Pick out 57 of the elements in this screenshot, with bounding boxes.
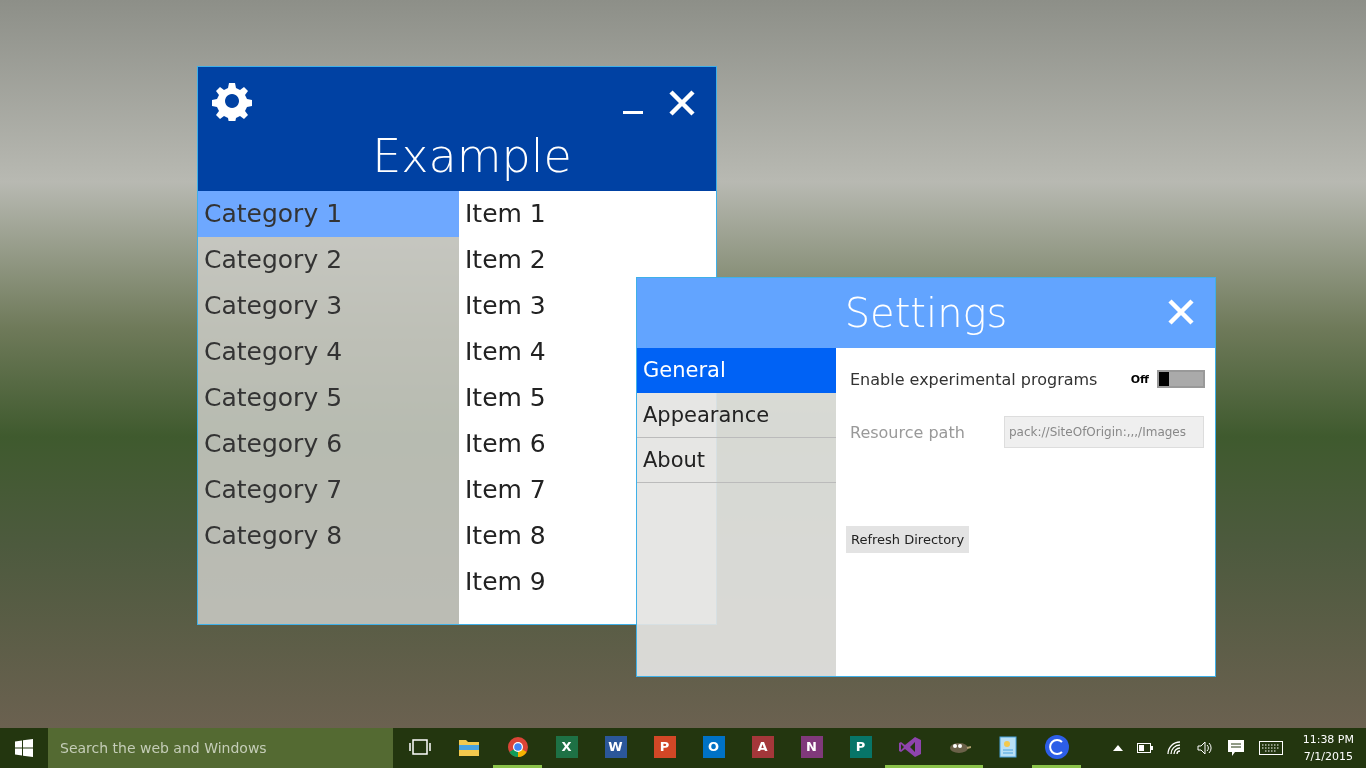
- taskbar-app[interactable]: W: [591, 728, 640, 768]
- category-item[interactable]: Category 7: [198, 467, 459, 513]
- list-item[interactable]: Item 1: [459, 191, 546, 237]
- taskbar-app[interactable]: A: [738, 728, 787, 768]
- taskbar-app[interactable]: P: [836, 728, 885, 768]
- category-item[interactable]: Category 4: [198, 329, 459, 375]
- taskbar-app[interactable]: N: [787, 728, 836, 768]
- setting-label: Resource path: [850, 422, 966, 442]
- office-app-icon: A: [751, 735, 774, 758]
- list-item[interactable]: Item 2: [459, 237, 546, 283]
- settings-icon[interactable]: [212, 81, 252, 121]
- taskbar-app[interactable]: X: [542, 728, 591, 768]
- browser-icon: [506, 735, 529, 758]
- date-text: 7/1/2015: [1303, 749, 1354, 765]
- close-icon[interactable]: [668, 89, 696, 117]
- refresh-button[interactable]: Refresh Directory: [846, 526, 970, 553]
- office-app-icon: N: [800, 735, 823, 758]
- office-app-icon: P: [653, 735, 676, 758]
- document-icon: [998, 735, 1017, 758]
- list-item[interactable]: Item 6: [459, 421, 546, 467]
- category-item[interactable]: Category 8: [198, 513, 459, 559]
- category-item[interactable]: Category 1: [198, 191, 459, 237]
- window-title: Settings: [844, 290, 1008, 336]
- category-item[interactable]: Category 2: [198, 237, 459, 283]
- battery-icon[interactable]: [1136, 743, 1153, 753]
- window-title: Example: [371, 129, 572, 185]
- office-app-icon: W: [604, 735, 627, 758]
- time-text: 11:38 PM: [1302, 732, 1354, 748]
- office-app-icon: X: [555, 735, 578, 758]
- category-item[interactable]: Category 3: [198, 283, 459, 329]
- keyboard-icon[interactable]: [1258, 741, 1283, 755]
- taskbar-app[interactable]: P: [640, 728, 689, 768]
- list-item[interactable]: Item 7: [459, 467, 546, 513]
- setting-label: Enable experimental programs: [850, 369, 1099, 389]
- list-item[interactable]: Item 4: [459, 329, 546, 375]
- circle-icon: [1043, 733, 1070, 760]
- category-item[interactable]: Category 5: [198, 375, 459, 421]
- office-app-icon: P: [849, 735, 872, 758]
- nav-item[interactable]: General: [637, 348, 836, 393]
- toggle-switch[interactable]: [1157, 370, 1205, 388]
- list-item[interactable]: Item 9: [459, 559, 546, 605]
- office-app-icon: O: [702, 735, 725, 758]
- volume-icon[interactable]: [1196, 741, 1213, 755]
- start-icon[interactable]: [15, 739, 33, 757]
- infinity-loop-icon: [897, 735, 922, 758]
- task-view-icon: [408, 738, 431, 755]
- toggle-state-text: Off: [1130, 372, 1149, 386]
- wifi-icon[interactable]: [1166, 741, 1183, 755]
- chevron-up-icon[interactable]: [1112, 745, 1123, 751]
- clock[interactable]: 11:38 PM 7/1/2015: [1296, 731, 1360, 765]
- list-item[interactable]: Item 8: [459, 513, 546, 559]
- list-item[interactable]: Item 3: [459, 283, 546, 329]
- message-icon[interactable]: [1226, 739, 1245, 757]
- category-item[interactable]: Category 6: [198, 421, 459, 467]
- taskbar-app[interactable]: O: [689, 728, 738, 768]
- list-item[interactable]: Item 5: [459, 375, 546, 421]
- search-field[interactable]: Search the web and Windows: [48, 728, 393, 768]
